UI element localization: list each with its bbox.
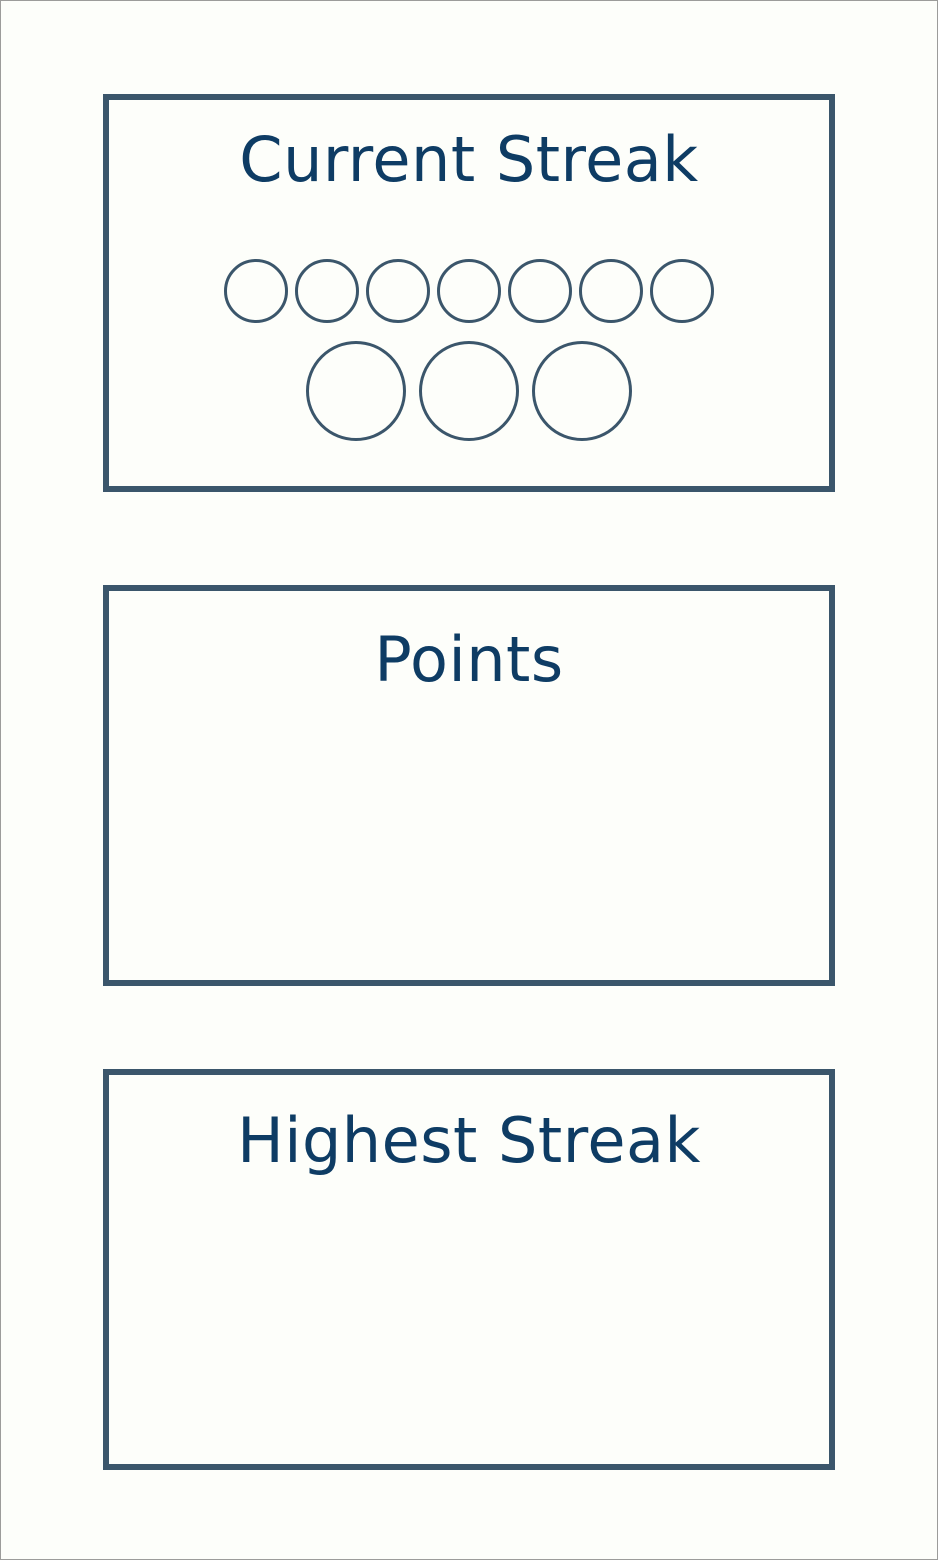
streak-milestone-circle [532, 341, 632, 441]
streak-day-circle [508, 259, 572, 323]
highest-streak-title: Highest Streak [237, 1104, 701, 1177]
streak-milestone-circles [109, 341, 829, 441]
points-title: Points [374, 623, 564, 696]
streak-day-circles [109, 259, 829, 323]
streak-day-circle [650, 259, 714, 323]
highest-streak-card: Highest Streak [103, 1069, 835, 1470]
current-streak-title: Current Streak [239, 123, 699, 196]
points-card: Points [103, 585, 835, 986]
streak-day-circle [366, 259, 430, 323]
streak-milestone-circle [306, 341, 406, 441]
streak-day-circle [295, 259, 359, 323]
stats-screen: Current Streak Points Highest Streak [0, 0, 938, 1560]
streak-day-circle [579, 259, 643, 323]
current-streak-card: Current Streak [103, 94, 835, 492]
streak-day-circle [437, 259, 501, 323]
streak-milestone-circle [419, 341, 519, 441]
streak-day-circle [224, 259, 288, 323]
